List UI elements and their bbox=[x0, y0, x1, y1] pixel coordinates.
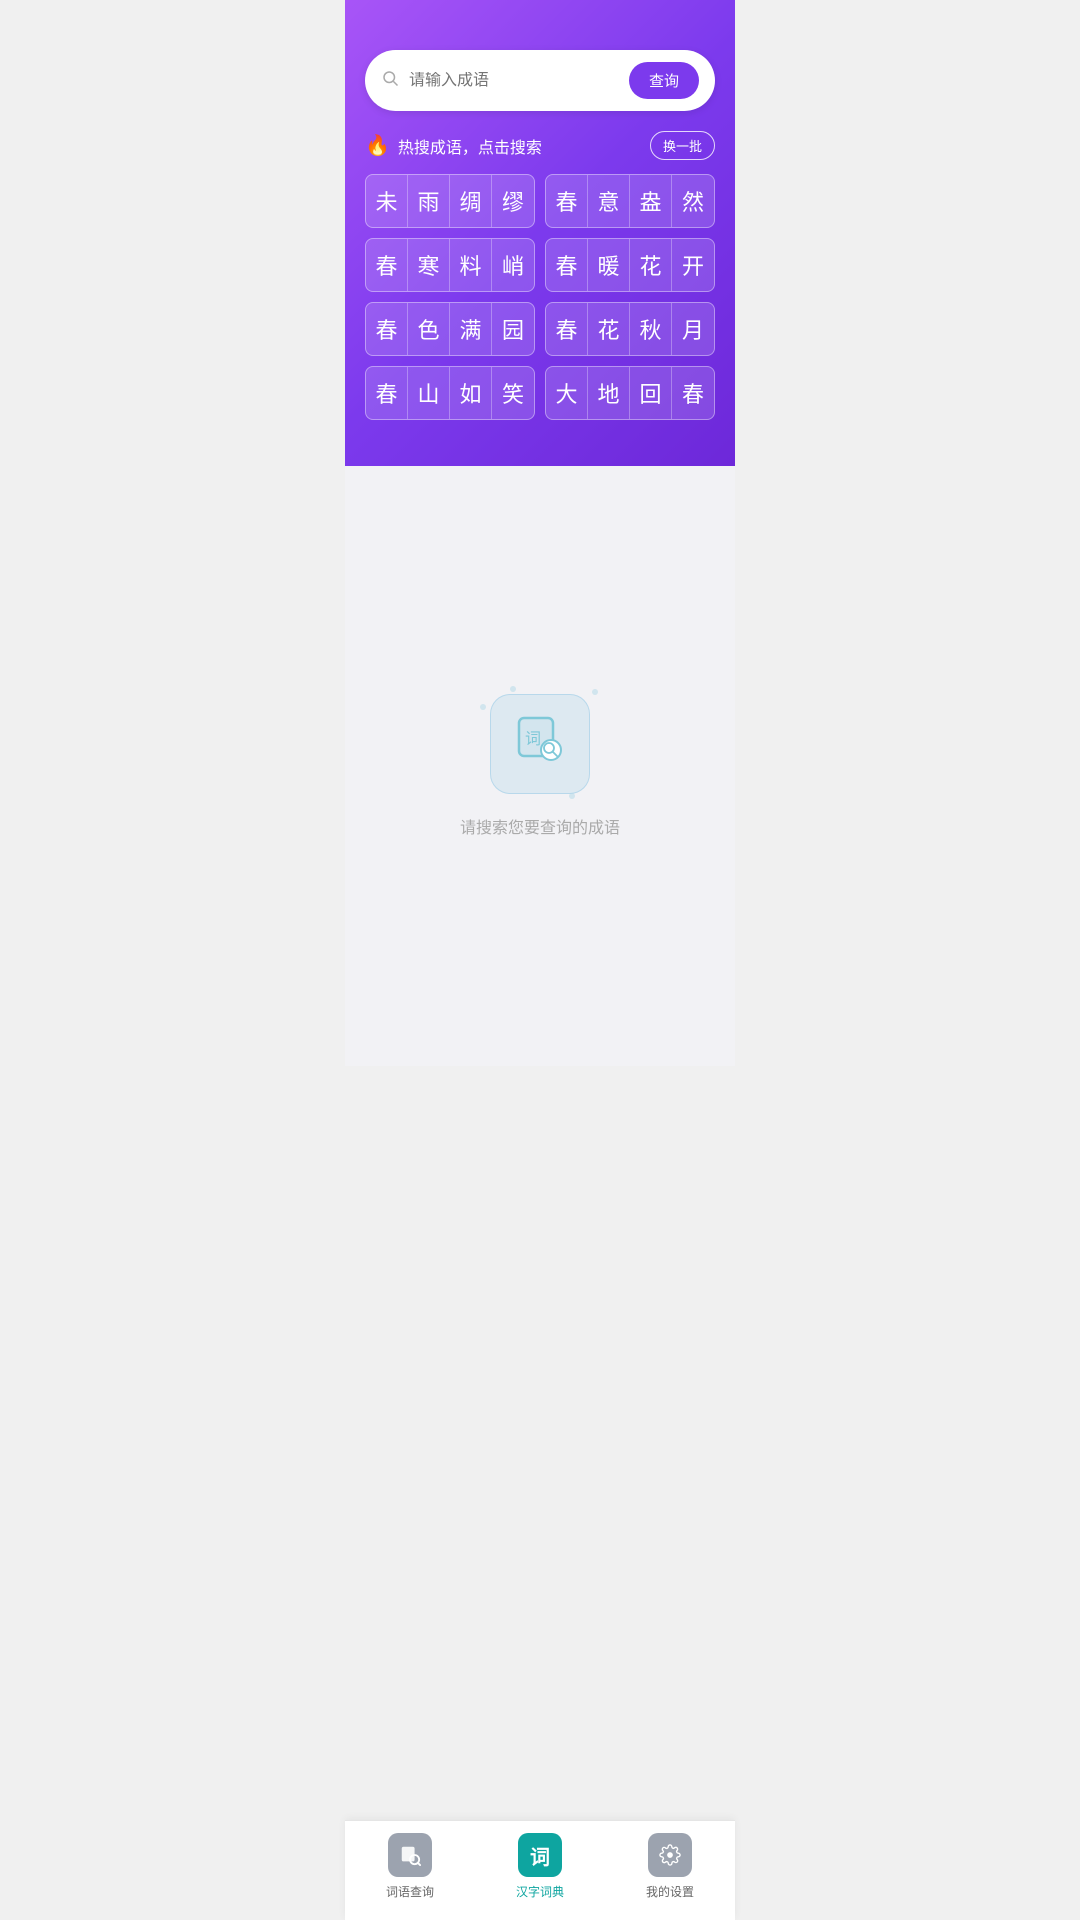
nav-item-settings[interactable]: 我的设置 bbox=[605, 1833, 735, 1900]
chengyu-char: 春 bbox=[366, 239, 408, 291]
chengyu-char: 意 bbox=[588, 175, 630, 227]
refresh-button[interactable]: 换一批 bbox=[650, 131, 715, 160]
hot-search-title: 热搜成语，点击搜索 bbox=[398, 134, 542, 158]
chengyu-card-right-3[interactable]: 大地回春 bbox=[545, 366, 715, 420]
chengyu-char: 料 bbox=[450, 239, 492, 291]
nav-icon-hanzi: 词 bbox=[518, 1833, 562, 1877]
chengyu-char: 盎 bbox=[630, 175, 672, 227]
chengyu-char: 花 bbox=[588, 303, 630, 355]
chengyu-char: 色 bbox=[408, 303, 450, 355]
chengyu-card-left-2[interactable]: 春色满园 bbox=[365, 302, 535, 356]
svg-text:词: 词 bbox=[525, 730, 541, 748]
chengyu-char: 春 bbox=[546, 239, 588, 291]
chengyu-card-right-0[interactable]: 春意盎然 bbox=[545, 174, 715, 228]
header-section: 查询 🔥 热搜成语，点击搜索 换一批 未雨绸缪春意盎然春寒料峭春暖花开春色满园春… bbox=[345, 0, 735, 466]
empty-icon-wrap: 词 bbox=[490, 694, 590, 794]
chengyu-card-left-3[interactable]: 春山如笑 bbox=[365, 366, 535, 420]
chengyu-char: 峭 bbox=[492, 239, 534, 291]
chengyu-char: 地 bbox=[588, 367, 630, 419]
nav-icon-cidian bbox=[388, 1833, 432, 1877]
nav-label-hanzi: 汉字词典 bbox=[516, 1883, 564, 1900]
chengyu-char: 笑 bbox=[492, 367, 534, 419]
nav-label-settings: 我的设置 bbox=[646, 1883, 694, 1900]
chengyu-char: 春 bbox=[672, 367, 714, 419]
chengyu-card-left-0[interactable]: 未雨绸缪 bbox=[365, 174, 535, 228]
search-input[interactable] bbox=[409, 72, 629, 90]
search-bar: 查询 bbox=[365, 50, 715, 111]
chengyu-card-right-2[interactable]: 春花秋月 bbox=[545, 302, 715, 356]
bottom-nav: 词语查询 词 汉字词典 我的设置 bbox=[345, 1820, 735, 1920]
chengyu-char: 春 bbox=[546, 175, 588, 227]
chengyu-char: 山 bbox=[408, 367, 450, 419]
chengyu-char: 开 bbox=[672, 239, 714, 291]
chengyu-char: 回 bbox=[630, 367, 672, 419]
chengyu-char: 月 bbox=[672, 303, 714, 355]
chengyu-char: 春 bbox=[366, 303, 408, 355]
chengyu-card-left-1[interactable]: 春寒料峭 bbox=[365, 238, 535, 292]
nav-item-cidian[interactable]: 词语查询 bbox=[345, 1833, 475, 1900]
hot-search-section: 🔥 热搜成语，点击搜索 换一批 未雨绸缪春意盎然春寒料峭春暖花开春色满园春花秋月… bbox=[365, 131, 715, 420]
chengyu-grid: 未雨绸缪春意盎然春寒料峭春暖花开春色满园春花秋月春山如笑大地回春 bbox=[365, 174, 715, 420]
chengyu-char: 花 bbox=[630, 239, 672, 291]
chengyu-char: 园 bbox=[492, 303, 534, 355]
main-content: 词 请搜索您要查询的成语 bbox=[345, 466, 735, 1066]
fire-icon: 🔥 bbox=[365, 133, 390, 158]
decorative-dot bbox=[510, 686, 516, 692]
search-icon bbox=[381, 69, 399, 92]
hanzi-text-icon: 词 bbox=[530, 1841, 550, 1870]
decorative-dot bbox=[480, 704, 486, 710]
chengyu-char: 春 bbox=[546, 303, 588, 355]
nav-item-hanzi[interactable]: 词 汉字词典 bbox=[475, 1833, 605, 1900]
nav-icon-settings bbox=[648, 1833, 692, 1877]
search-button[interactable]: 查询 bbox=[629, 62, 699, 99]
hot-search-header: 🔥 热搜成语，点击搜索 换一批 bbox=[365, 131, 715, 160]
chengyu-card-right-1[interactable]: 春暖花开 bbox=[545, 238, 715, 292]
hot-title-wrap: 🔥 热搜成语，点击搜索 bbox=[365, 133, 542, 158]
empty-text: 请搜索您要查询的成语 bbox=[460, 814, 620, 838]
dictionary-icon: 词 bbox=[515, 714, 565, 774]
chengyu-char: 雨 bbox=[408, 175, 450, 227]
chengyu-char: 寒 bbox=[408, 239, 450, 291]
chengyu-char: 秋 bbox=[630, 303, 672, 355]
chengyu-char: 缪 bbox=[492, 175, 534, 227]
chengyu-char: 大 bbox=[546, 367, 588, 419]
nav-label-cidian: 词语查询 bbox=[386, 1883, 434, 1900]
chengyu-char: 满 bbox=[450, 303, 492, 355]
chengyu-char: 春 bbox=[366, 367, 408, 419]
decorative-dot bbox=[569, 793, 575, 799]
chengyu-char: 未 bbox=[366, 175, 408, 227]
chengyu-char: 如 bbox=[450, 367, 492, 419]
chengyu-char: 然 bbox=[672, 175, 714, 227]
empty-icon-box: 词 bbox=[490, 694, 590, 794]
decorative-dot bbox=[592, 689, 598, 695]
chengyu-char: 暖 bbox=[588, 239, 630, 291]
chengyu-char: 绸 bbox=[450, 175, 492, 227]
